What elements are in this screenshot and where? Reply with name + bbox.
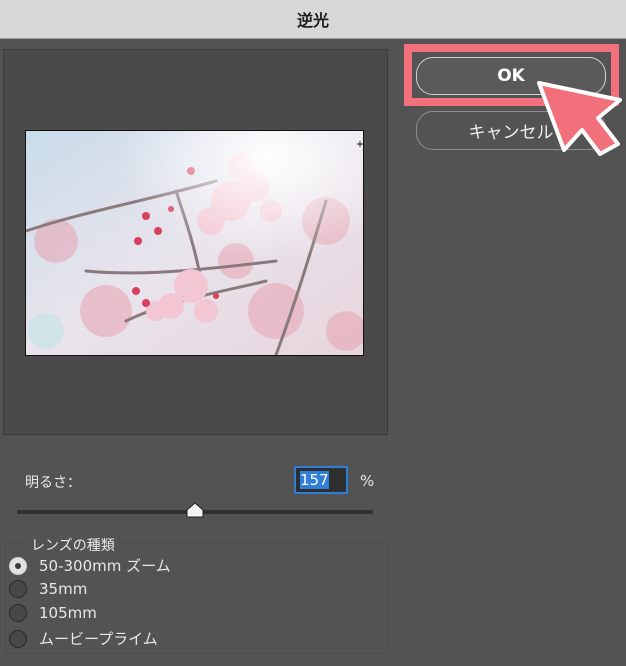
lens-option-label: 50-300mm ズーム: [39, 557, 171, 575]
preview-image[interactable]: [25, 130, 364, 356]
lens-option-label: 35mm: [39, 580, 88, 598]
lens-option-movie-prime[interactable]: ムービープライム: [9, 628, 158, 649]
lens-option-35mm[interactable]: 35mm: [9, 580, 87, 598]
lens-option-105mm[interactable]: 105mm: [9, 604, 97, 622]
radio-icon[interactable]: [9, 629, 27, 648]
pointer-arrow-icon: [537, 81, 622, 156]
brightness-label: 明るさ：: [25, 475, 81, 491]
lens-option-label: ムービープライム: [39, 630, 158, 648]
radio-icon[interactable]: [9, 556, 27, 575]
brightness-slider-thumb[interactable]: [186, 502, 204, 518]
lens-option-50-300mm[interactable]: 50-300mm ズーム: [9, 555, 171, 576]
lens-option-label: 105mm: [39, 604, 97, 622]
preview-panel[interactable]: [3, 49, 388, 435]
dialog-title: 逆光: [296, 11, 329, 30]
brightness-input[interactable]: [294, 466, 348, 494]
radio-icon[interactable]: [9, 580, 27, 598]
lens-type-title: レンズの種類: [29, 535, 117, 555]
brightness-unit: %: [360, 472, 375, 490]
dialog-title-bar: 逆光: [0, 0, 626, 39]
radio-icon[interactable]: [9, 604, 27, 622]
